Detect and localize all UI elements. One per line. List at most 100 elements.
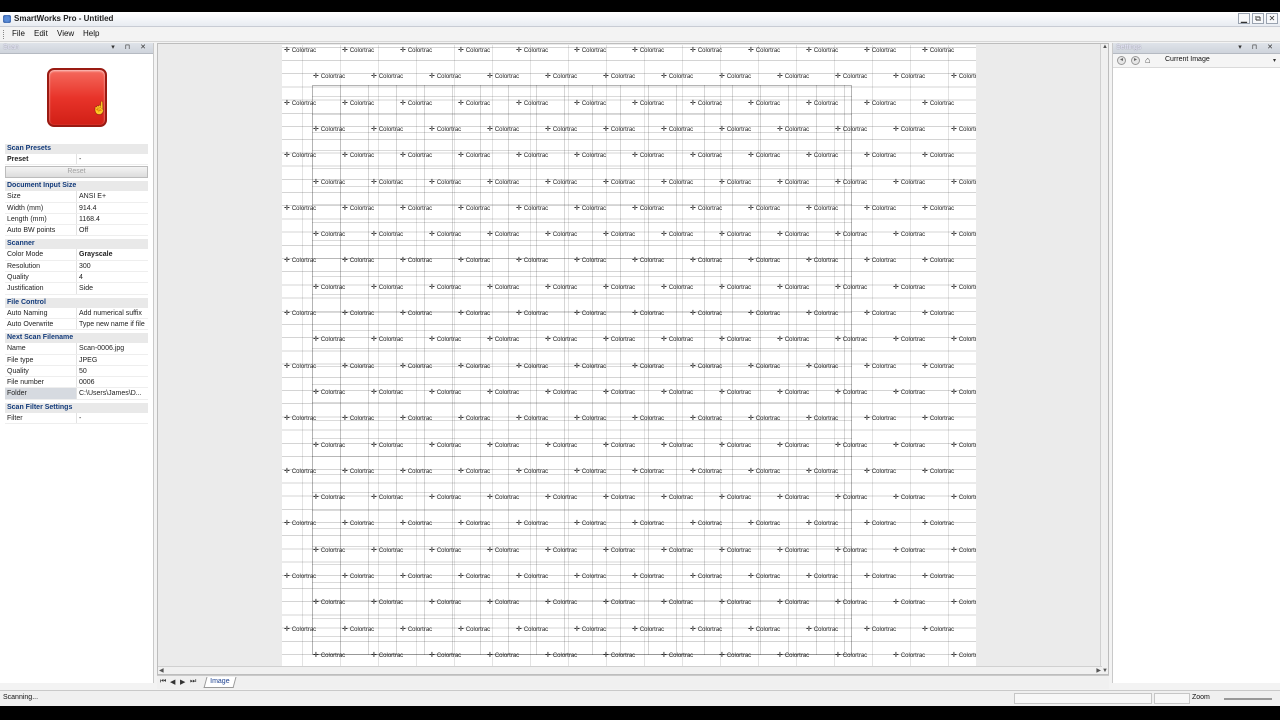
watermark-text: Colortrac (806, 362, 838, 370)
prop-label: Folder (5, 388, 77, 399)
prop-value[interactable]: C:\Users\James\D... (77, 388, 148, 398)
watermark-text: Colortrac (661, 178, 693, 186)
prop-value[interactable]: Off (77, 225, 148, 235)
close-button[interactable]: ✕ (1266, 13, 1278, 24)
prop-value[interactable]: Side (77, 283, 148, 293)
watermark-text: Colortrac (400, 204, 432, 212)
prop-row[interactable]: Auto BW points Off (5, 225, 148, 237)
prop-row[interactable]: Quality 50 (5, 365, 148, 378)
watermark-text: Colortrac (632, 362, 664, 370)
next-tab-button[interactable]: ▶ (180, 678, 185, 686)
watermark-text: Colortrac (951, 125, 976, 133)
preset-value[interactable]: - (77, 154, 148, 164)
watermark-text: Colortrac (690, 625, 722, 633)
prop-row[interactable]: Name Scan-0006.jpg (5, 343, 148, 355)
watermark-text: Colortrac (719, 335, 751, 343)
watermark-text: Colortrac (574, 256, 606, 264)
prev-tab-button[interactable]: ◀ (170, 678, 175, 686)
watermark-text: Colortrac (574, 519, 606, 527)
prop-row[interactable]: Auto Overwrite Type new name if file (5, 318, 148, 331)
current-image-label[interactable]: Current Image (1165, 56, 1210, 63)
zoom-slider[interactable] (1224, 698, 1272, 700)
last-tab-button[interactable]: ⏭ (190, 678, 196, 686)
scan-button[interactable] (47, 68, 107, 127)
prop-row[interactable]: Length (mm) 1168.4 (5, 213, 148, 226)
scroll-right-icon[interactable]: ▶ (1096, 667, 1101, 674)
forward-icon[interactable]: ▸ (1131, 56, 1140, 65)
prop-value[interactable]: Type new name if file (77, 319, 148, 329)
watermark-text: Colortrac (777, 493, 809, 501)
menu-file[interactable]: File (12, 29, 25, 38)
watermark-text: Colortrac (632, 414, 664, 422)
restore-button[interactable]: ⧉ (1252, 13, 1264, 24)
watermark-text: Colortrac (458, 256, 490, 264)
watermark-text: Colortrac (603, 72, 635, 80)
tab-image[interactable]: Image (203, 677, 237, 688)
watermark-text: Colortrac (690, 256, 722, 264)
watermark-text: Colortrac (545, 72, 577, 80)
prop-value[interactable]: 4 (77, 272, 148, 282)
watermark-text: Colortrac (864, 151, 896, 159)
watermark-text: Colortrac (748, 362, 780, 370)
first-tab-button[interactable]: ⏮ (160, 678, 166, 686)
vertical-scrollbar[interactable]: ▲ ▼ (1100, 44, 1108, 674)
watermark-text: Colortrac (487, 72, 519, 80)
prop-row[interactable]: Color Mode Grayscale (5, 249, 148, 261)
prop-value[interactable]: Grayscale (77, 249, 148, 259)
prop-value[interactable]: 914.4 (77, 203, 148, 213)
prop-row[interactable]: Resolution 300 (5, 260, 148, 273)
prop-value[interactable]: 0006 (77, 377, 148, 387)
watermark-text: Colortrac (951, 493, 976, 501)
prop-row[interactable]: File type JPEG (5, 354, 148, 366)
scan-panel: Scan ▾ ⊓ ✕ ☝ Scan Presets Preset - Reset… (0, 43, 154, 683)
preset-row[interactable]: Preset - (5, 154, 148, 166)
prop-row[interactable]: Filter - (5, 412, 148, 425)
scroll-down-icon[interactable]: ▼ (1102, 668, 1108, 674)
prop-value[interactable]: ANSI E+ (77, 191, 148, 201)
reset-button[interactable]: Reset (5, 166, 148, 179)
prop-value[interactable]: 50 (77, 366, 148, 376)
menu-edit[interactable]: Edit (34, 29, 48, 38)
watermark-text: Colortrac (371, 493, 403, 501)
menu-help[interactable]: Help (83, 29, 99, 38)
watermark-text: Colortrac (951, 546, 976, 554)
prop-row[interactable]: Justification Side (5, 283, 148, 295)
horizontal-scrollbar[interactable]: ◀ ▶ (158, 666, 1102, 674)
prop-value[interactable]: Add numerical suffix (77, 308, 148, 318)
prop-row[interactable]: Size ANSI E+ (5, 191, 148, 203)
prop-value[interactable]: 1168.4 (77, 214, 148, 224)
back-icon[interactable]: ◂ (1117, 56, 1126, 65)
scroll-up-icon[interactable]: ▲ (1102, 44, 1108, 50)
scroll-left-icon[interactable]: ◀ (159, 667, 164, 674)
prop-value[interactable]: 300 (77, 261, 148, 271)
scan-properties: Scan Presets Preset - Reset Document Inp… (5, 141, 148, 425)
home-icon[interactable]: ⌂ (1145, 56, 1150, 65)
prop-label: Quality (5, 272, 77, 283)
menu-view[interactable]: View (57, 29, 74, 38)
prop-row[interactable]: Auto Naming Add numerical suffix (5, 307, 148, 319)
watermark-text: Colortrac (603, 230, 635, 238)
prop-row[interactable]: Width (mm) 914.4 (5, 202, 148, 214)
prop-row[interactable]: Quality 4 (5, 272, 148, 284)
minimize-button[interactable]: ▁ (1238, 13, 1250, 24)
tab-image-label: Image (210, 678, 230, 685)
prop-value[interactable]: JPEG (77, 355, 148, 365)
prop-label: Filter (5, 412, 77, 424)
chevron-down-icon[interactable]: ▾ (1273, 57, 1276, 64)
prop-value[interactable]: Scan-0006.jpg (77, 343, 148, 353)
watermark-text: Colortrac (777, 335, 809, 343)
watermark-text: Colortrac (516, 99, 548, 107)
prop-row[interactable]: Folder C:\Users\James\D... (5, 388, 148, 400)
title-bar: SmartWorks Pro - Untitled ▁ ⧉ ✕ (0, 12, 1280, 27)
image-work-area[interactable]: Colortrac Colortrac Colortrac Colortrac Colo… (157, 43, 1109, 675)
panel-controls[interactable]: ▾ ⊓ ✕ (111, 43, 150, 51)
prop-label: Auto Naming (5, 307, 77, 318)
prop-value[interactable]: - (77, 413, 148, 423)
prop-row[interactable]: File number 0006 (5, 377, 148, 389)
watermark-text: Colortrac (487, 230, 519, 238)
watermark-text: Colortrac (864, 256, 896, 264)
scanned-image[interactable]: Colortrac Colortrac Colortrac Colortrac Colo… (282, 45, 976, 666)
watermark-text: Colortrac (284, 256, 316, 264)
panel-controls[interactable]: ▾ ⊓ ✕ (1238, 43, 1277, 51)
watermark-text: Colortrac (806, 572, 838, 580)
